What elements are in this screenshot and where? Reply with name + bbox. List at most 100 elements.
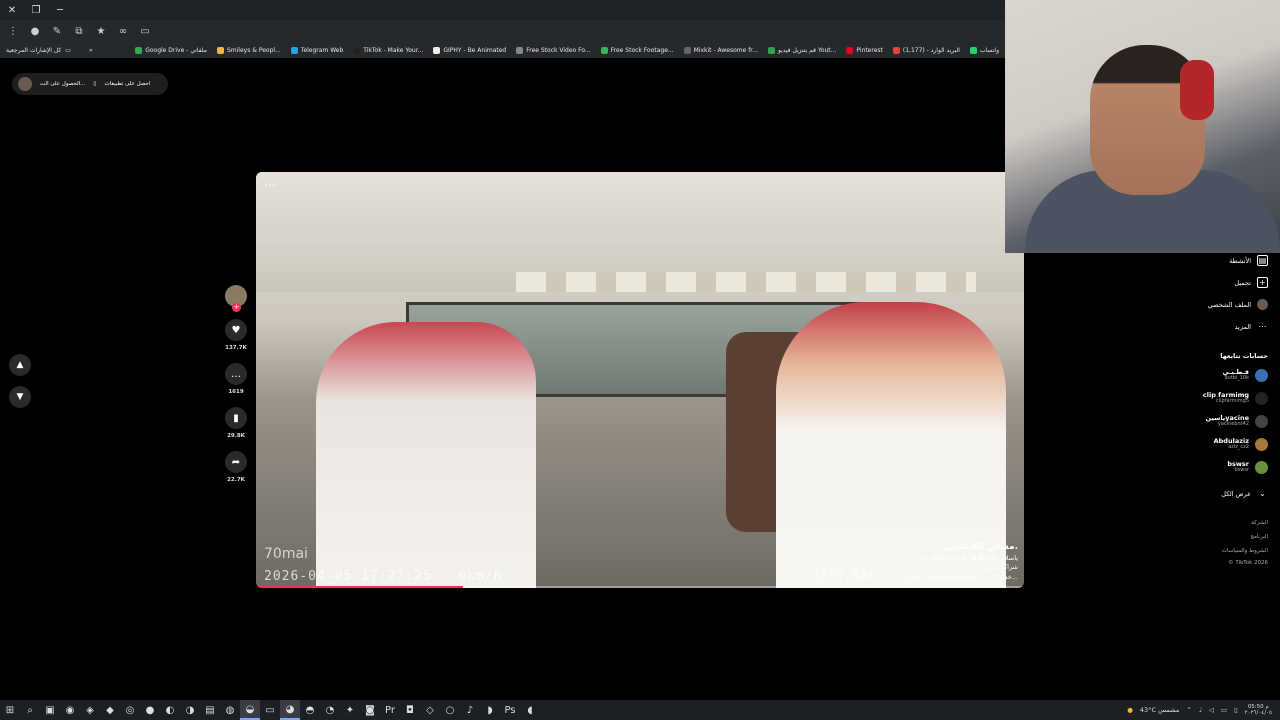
previous-video-button[interactable]: ▲ <box>9 354 31 376</box>
get-app-link[interactable]: احصل على تطبيقات <box>104 81 150 87</box>
close-icon[interactable]: ✕ <box>0 5 24 16</box>
link-icon[interactable]: ∞ <box>114 22 132 40</box>
clock[interactable]: 05:50 م ٢٠٢٦/٠٤/٠٥ <box>1245 704 1272 716</box>
bookmark-item[interactable]: GIPHY - Be Animated <box>433 46 506 54</box>
show-all-link[interactable]: عرض الكل ⌄ <box>1221 488 1268 499</box>
app-icon[interactable]: ◈ <box>80 700 100 720</box>
following-account[interactable]: قـطـبـي 9utbi_10k <box>1223 369 1268 382</box>
bookmark-item[interactable]: Google Drive - ملفاتي <box>135 46 207 54</box>
menu-icon[interactable]: ⋮ <box>4 22 22 40</box>
creator-avatar[interactable]: + <box>225 285 247 312</box>
account-handle: aziz_cz2 <box>1228 444 1249 451</box>
more-options-icon[interactable]: ⋯ <box>264 178 276 192</box>
following-account[interactable]: ياسينyacine yacinebnt42 <box>1205 415 1268 428</box>
battery-icon[interactable]: ▯ <box>1234 706 1238 714</box>
chevron-up-icon[interactable]: ⌃ <box>1186 706 1191 714</box>
bookmark-item[interactable]: TikTok - Make Your... <box>353 46 423 54</box>
app-icon[interactable]: ◍ <box>220 700 240 720</box>
progress-bar[interactable] <box>256 586 1024 588</box>
bookmark-item[interactable]: واتساب <box>969 46 999 54</box>
app-icon[interactable]: ◐ <box>160 700 180 720</box>
app-icon[interactable]: ◘ <box>400 700 420 720</box>
bookmark-item[interactable]: Free Stock Footage... <box>600 46 674 54</box>
app-icon[interactable]: ✦ <box>340 700 360 720</box>
comment-count: 1619 <box>228 389 244 395</box>
app-icon[interactable]: ◙ <box>360 700 380 720</box>
app-icon[interactable]: ◖ <box>520 700 540 720</box>
weather-text[interactable]: 43°C مشمس <box>1140 706 1179 714</box>
minimize-icon[interactable]: ─ <box>48 5 72 16</box>
profile-icon[interactable]: ● <box>26 22 44 40</box>
tiktok-icon[interactable]: ♪ <box>460 700 480 720</box>
app-icon[interactable]: ◇ <box>420 700 440 720</box>
app-icon[interactable]: ◗ <box>480 700 500 720</box>
following-account[interactable]: clip farmimg clipfarmimg5 <box>1203 392 1268 405</box>
volume-icon[interactable]: ◁ <box>1209 706 1214 714</box>
app-icon[interactable]: ◒ <box>240 700 260 720</box>
bookmark-star-icon[interactable]: ★ <box>92 22 110 40</box>
app-icon[interactable]: ◔ <box>320 700 340 720</box>
comment-button[interactable]: … <box>225 363 247 385</box>
like-button[interactable]: ♥ <box>225 319 247 341</box>
music-info[interactable]: ♫ ايوب طارش AyoubTaresh - خضر الزيـ... <box>895 573 1018 582</box>
more-icon: ⋯ <box>1258 322 1267 331</box>
app-icon[interactable]: ● <box>140 700 160 720</box>
chevron-down-icon: ▼ <box>16 392 24 402</box>
app-icon[interactable]: ▤ <box>200 700 220 720</box>
bookmark-item[interactable]: Telegram Web <box>290 46 343 54</box>
video-player[interactable]: ⋯ 70mai 2026-04-05 17:27:25 0km/h 35°0.9… <box>256 172 1024 588</box>
get-on-link[interactable]: الحصول على الت... <box>40 81 85 87</box>
restore-icon[interactable]: ❐ <box>24 5 48 16</box>
bookmark-item[interactable]: Smileys & Peopl... <box>216 46 281 54</box>
app-icon[interactable]: ◉ <box>60 700 80 720</box>
chrome-icon[interactable]: ◕ <box>280 700 300 720</box>
follow-plus-icon[interactable]: + <box>232 303 241 312</box>
browser-toolbar: ⋮ ● ✎ ⧉ ★ ∞ ▭ <box>0 20 1005 42</box>
network-icon[interactable]: ▭ <box>1221 706 1227 714</box>
sidebar-item-upload[interactable]: تحميل + <box>1234 277 1268 288</box>
video-description: ياسلام سلم 😂😂 #نجران #الترند <box>923 553 1018 562</box>
bookmark-item[interactable]: البريد الوارد - (1,177) <box>892 46 960 54</box>
bookmark-favicon <box>135 46 143 54</box>
premiere-icon[interactable]: Pr <box>380 700 400 720</box>
bookmark-item[interactable]: Mixkit - Awesome fr... <box>683 46 758 54</box>
following-header: حسابات تتابعها <box>1220 352 1268 360</box>
bookmark-item[interactable]: Free Stock Video Fo... <box>516 46 591 54</box>
photoshop-icon[interactable]: Ps <box>500 700 520 720</box>
share-button[interactable]: ➦ <box>225 451 247 473</box>
app-icon[interactable]: ○ <box>440 700 460 720</box>
extensions-icon[interactable]: ⧉ <box>70 22 88 40</box>
app-icon[interactable]: ◓ <box>300 700 320 720</box>
timestamp-value: 2026-04-05 17:27:25 <box>264 569 432 584</box>
sidebar-item-activity[interactable]: الأنشطة ▤ <box>1229 255 1268 266</box>
following-account[interactable]: Abdulaziz aziz_cz2 <box>1214 438 1268 451</box>
sidebar-item-profile[interactable]: الملف الشخصي <box>1208 299 1268 310</box>
bookmark-icon: ▮ <box>233 412 239 424</box>
next-video-button[interactable]: ▼ <box>9 386 31 408</box>
following-account[interactable]: bswsr bswsr <box>1227 461 1268 474</box>
steam-icon[interactable]: ◎ <box>120 700 140 720</box>
customize-icon[interactable]: ✎ <box>48 22 66 40</box>
cast-icon[interactable]: ▭ <box>136 22 154 40</box>
footer-link-terms[interactable]: الشروط والسياسات <box>1222 548 1268 554</box>
sidebar-item-more[interactable]: المزيد ⋯ <box>1235 321 1268 332</box>
headset <box>1180 60 1214 120</box>
windows-start-icon[interactable]: ⊞ <box>0 700 20 720</box>
file-explorer-icon[interactable]: ▭ <box>260 700 280 720</box>
all-bookmarks[interactable]: كل الإشارات المرجعية ▭ » <box>6 42 93 58</box>
author-name[interactable]: مسلي الفشانين. <box>895 541 1018 554</box>
search-icon[interactable]: ⌕ <box>20 700 40 720</box>
mic-icon[interactable]: ♩ <box>1199 706 1202 714</box>
task-view-icon[interactable]: ▣ <box>40 700 60 720</box>
app-icon[interactable]: ◑ <box>180 700 200 720</box>
footer-link-program[interactable]: البرنامج <box>1250 534 1268 540</box>
avatar <box>1255 438 1268 451</box>
footer-link-company[interactable]: الشركة <box>1251 520 1268 526</box>
avatar[interactable] <box>18 77 32 91</box>
bookmarks-more-icon[interactable]: » <box>89 47 93 54</box>
save-button[interactable]: ▮ <box>225 407 247 429</box>
bookmark-label: Mixkit - Awesome fr... <box>693 46 758 54</box>
bookmark-item[interactable]: قم بتنزيل فيديو Yout... <box>767 46 836 54</box>
app-icon[interactable]: ◆ <box>100 700 120 720</box>
bookmark-item[interactable]: Pinterest <box>846 46 883 54</box>
